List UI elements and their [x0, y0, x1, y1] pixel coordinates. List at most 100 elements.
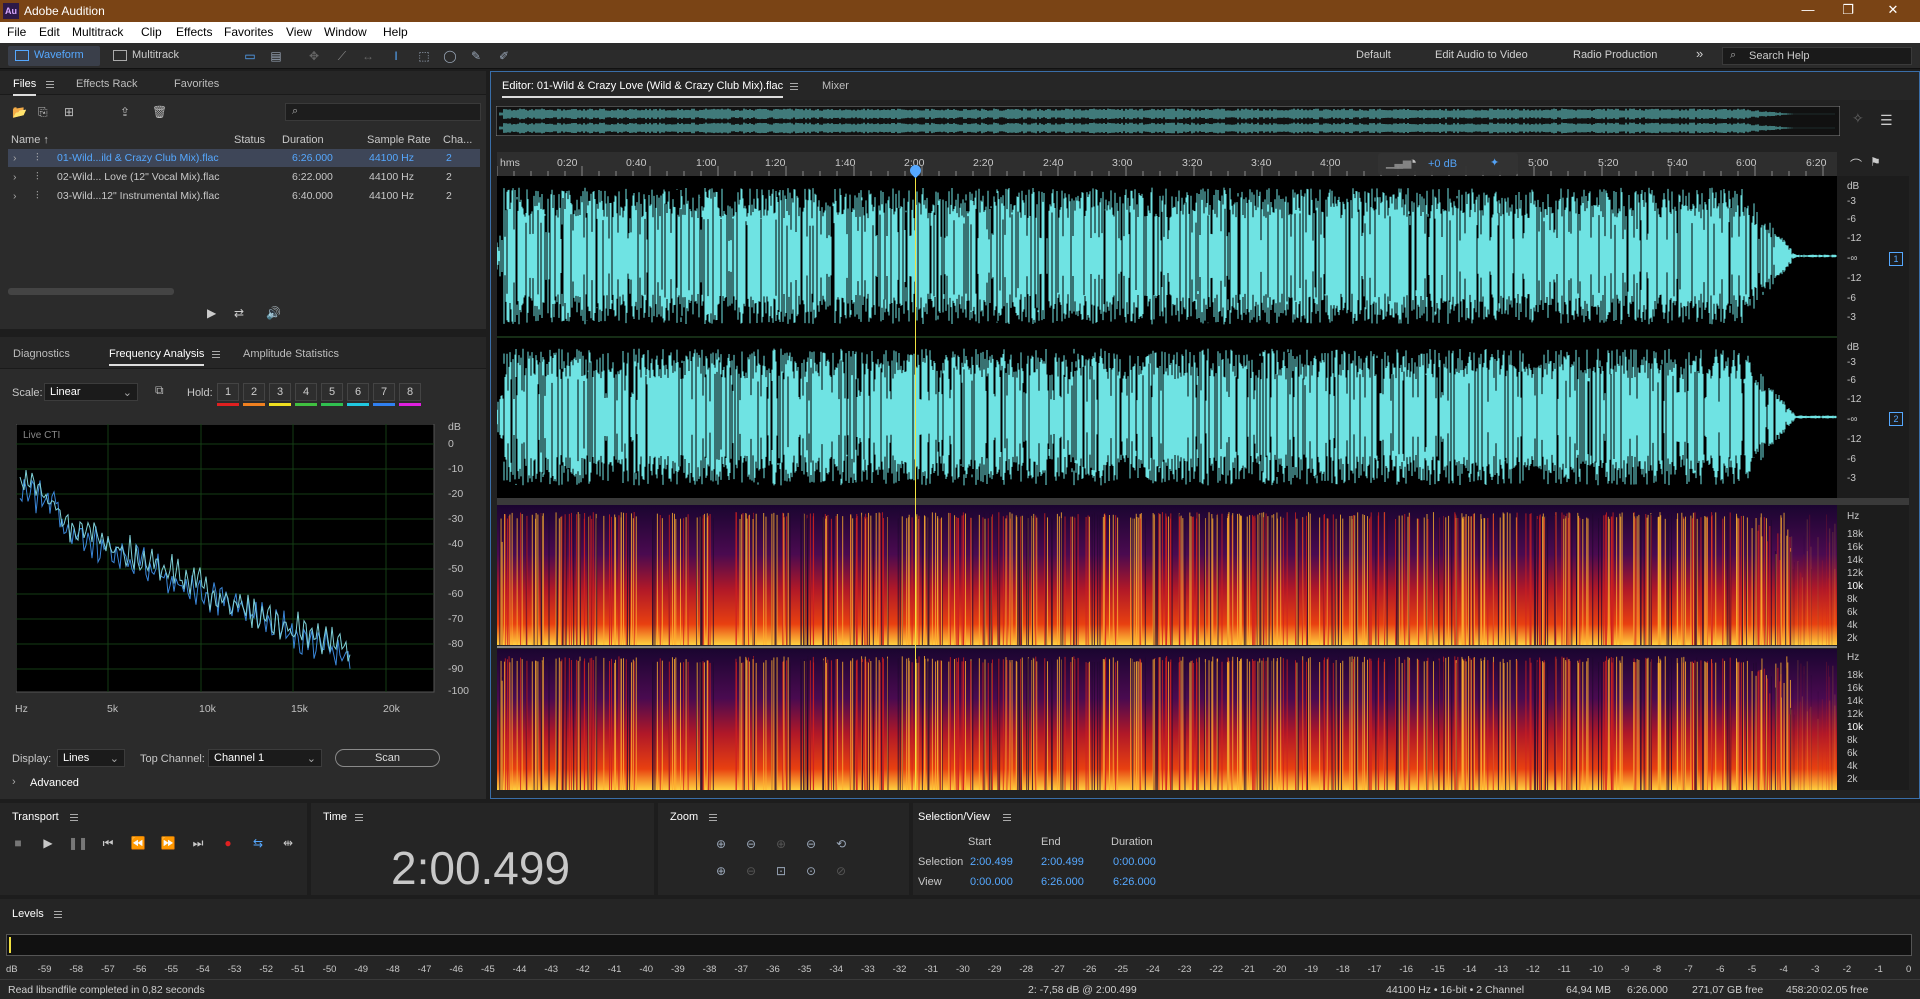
hold-button-5[interactable]: 5 [321, 383, 343, 401]
hold-button-2[interactable]: 2 [243, 383, 265, 401]
zoom-out-frequency-icon[interactable]: ⊖ [741, 864, 761, 882]
delete-icon[interactable]: 🗑 [152, 105, 167, 119]
files-menu-icon[interactable] [46, 81, 54, 88]
record-button[interactable]: ● [218, 836, 238, 854]
menu-view[interactable]: View [286, 25, 312, 39]
lasso-tool-icon[interactable]: ◯ [442, 48, 458, 64]
search-help-input[interactable]: ⌕ Search Help [1722, 47, 1912, 65]
column-channels[interactable]: Cha... [443, 134, 472, 146]
brush-tool-icon[interactable]: ✎ [468, 48, 484, 64]
playhead[interactable] [915, 165, 916, 790]
autoplay-icon[interactable]: 🔊 [266, 306, 281, 320]
selection-menu-icon[interactable] [1003, 814, 1011, 821]
menu-edit[interactable]: Edit [39, 25, 60, 39]
rewind-button[interactable]: ⏪ [128, 836, 148, 854]
stop-button[interactable]: ■ [8, 836, 28, 854]
hold-button-7[interactable]: 7 [373, 383, 395, 401]
menu-clip[interactable]: Clip [141, 25, 162, 39]
tab-files[interactable]: Files [13, 78, 37, 96]
file-row-3[interactable]: › ⫶ 03-Wild...12" Instrumental Mix).flac… [8, 187, 480, 205]
selection-duration[interactable]: 0:00.000 [1113, 856, 1156, 868]
menu-multitrack[interactable]: Multitrack [72, 25, 123, 39]
play-preview-icon[interactable]: ▶ [207, 306, 216, 320]
zoom-out-full-both-icon[interactable]: ⟲ [831, 837, 851, 855]
loop-preview-icon[interactable]: ⇄ [234, 306, 244, 320]
zoom-out-time-icon[interactable]: ⊖ [801, 837, 821, 855]
view-start[interactable]: 0:00.000 [970, 876, 1013, 888]
files-horizontal-scrollbar[interactable] [8, 288, 174, 295]
tab-effects-rack[interactable]: Effects Rack [76, 78, 138, 90]
snap-icon[interactable]: ⌒ [1850, 156, 1862, 173]
pin-hud-icon[interactable]: ✦ [1490, 156, 1499, 169]
volume-knob-icon[interactable]: ◔ [1408, 154, 1417, 171]
zoom-in-point-icon[interactable]: ⊙ [801, 864, 821, 882]
frequency-graph[interactable]: Live CTI [16, 424, 436, 694]
previous-button[interactable]: ⏮ [98, 836, 118, 854]
display-select[interactable]: Lines ⌄ [57, 749, 125, 767]
restore-button[interactable]: ❐ [1833, 2, 1863, 20]
spot-healing-tool-icon[interactable]: ✐ [496, 48, 512, 64]
tab-mixer[interactable]: Mixer [822, 80, 849, 92]
overview-waveform[interactable] [496, 106, 1840, 136]
hold-button-1[interactable]: 1 [217, 383, 239, 401]
expand-icon[interactable]: › [13, 152, 17, 164]
hold-button-8[interactable]: 8 [399, 383, 421, 401]
slip-tool-icon[interactable]: ↔ [360, 48, 376, 64]
zoom-in-amplitude-icon[interactable]: ⊕ [711, 837, 731, 855]
waveform-mode-button[interactable]: Waveform [8, 46, 100, 66]
tab-favorites[interactable]: Favorites [174, 78, 219, 90]
play-button[interactable]: ▶ [38, 836, 58, 854]
column-duration[interactable]: Duration [282, 134, 324, 146]
advanced-label[interactable]: Advanced [30, 777, 79, 789]
close-button[interactable]: ✕ [1878, 2, 1908, 20]
selection-start[interactable]: 2:00.499 [970, 856, 1013, 868]
time-selection-tool-icon[interactable]: I [388, 48, 404, 64]
expand-icon[interactable]: › [13, 190, 17, 202]
menu-favorites[interactable]: Favorites [224, 25, 273, 39]
zoom-out-amplitude-icon[interactable]: ⊖ [741, 837, 761, 855]
tab-amplitude-statistics[interactable]: Amplitude Statistics [243, 348, 339, 360]
tab-editor[interactable]: Editor: 01-Wild & Crazy Love (Wild & Cra… [502, 80, 784, 98]
pause-button[interactable]: ❚❚ [68, 836, 88, 854]
minimize-button[interactable]: — [1793, 2, 1823, 20]
marker-icon[interactable]: ⚑ [1870, 155, 1881, 169]
top-channel-select[interactable]: Channel 1 ⌄ [208, 749, 322, 767]
menu-file[interactable]: File [7, 25, 26, 39]
open-file-icon[interactable]: 📂 [12, 105, 27, 119]
fast-forward-button[interactable]: ⏩ [158, 836, 178, 854]
move-tool-icon[interactable]: ✥ [306, 48, 322, 64]
hold-button-3[interactable]: 3 [269, 383, 291, 401]
workspace-default[interactable]: Default [1356, 49, 1391, 61]
zoom-in-time-icon[interactable]: ⊕ [771, 837, 791, 855]
spectral-view-icon[interactable]: ▤ [268, 48, 284, 64]
zoom-to-selection-icon[interactable]: ⊡ [771, 864, 791, 882]
selection-end[interactable]: 2:00.499 [1041, 856, 1084, 868]
waveform-view-icon[interactable]: ▭ [242, 48, 258, 64]
menu-effects[interactable]: Effects [176, 25, 212, 39]
new-file-icon[interactable]: ⊞ [64, 105, 74, 119]
next-button[interactable]: ⏭ [188, 836, 208, 854]
workspace-radio-production[interactable]: Radio Production [1573, 49, 1657, 61]
transport-menu-icon[interactable] [70, 814, 78, 821]
advanced-expand-icon[interactable]: › [12, 776, 16, 788]
file-row-2[interactable]: › ⫶ 02-Wild... Love (12" Vocal Mix).flac… [8, 168, 480, 186]
column-status[interactable]: Status [234, 134, 265, 146]
expand-icon[interactable]: › [13, 171, 17, 183]
time-menu-icon[interactable] [355, 814, 363, 821]
time-display[interactable]: 2:00.499 [391, 841, 570, 895]
more-workspaces-button[interactable]: » [1696, 46, 1703, 61]
editor-options-icon[interactable]: ☰ [1880, 112, 1893, 129]
scan-button[interactable]: Scan [335, 749, 440, 767]
gain-value[interactable]: +0 dB [1428, 158, 1457, 170]
tab-diagnostics[interactable]: Diagnostics [13, 348, 70, 360]
scale-select[interactable]: Linear ⌄ [44, 383, 138, 401]
view-end[interactable]: 6:26.000 [1041, 876, 1084, 888]
workspace-edit-audio-to-video[interactable]: Edit Audio to Video [1435, 49, 1528, 61]
menu-window[interactable]: Window [324, 25, 367, 39]
waveform-spectral-divider[interactable] [497, 498, 1909, 505]
levels-menu-icon[interactable] [54, 911, 62, 918]
file-row-1[interactable]: › ⫶ 01-Wild...ild & Crazy Club Mix).flac… [8, 149, 480, 167]
import-file-icon[interactable]: ⎘ [38, 105, 48, 120]
channel-1-badge[interactable]: 1 [1889, 252, 1903, 266]
channel-2-badge[interactable]: 2 [1889, 412, 1903, 426]
